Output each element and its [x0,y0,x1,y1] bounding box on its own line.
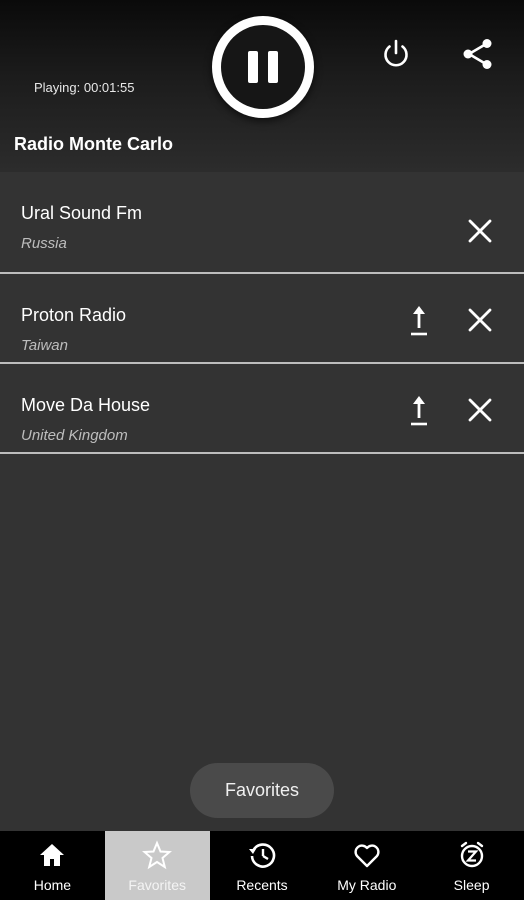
share-icon[interactable] [460,36,496,72]
star-icon [142,840,173,870]
favorite-row[interactable]: Ural Sound Fm Russia [0,172,524,274]
station-country: Taiwan [21,337,68,354]
nav-item-recents[interactable]: Recents [210,831,315,900]
player-header: Playing: 00:01:55 Radio Monte Carlo [0,0,524,172]
power-icon[interactable] [378,36,414,72]
nav-item-favorites[interactable]: Favorites [104,831,210,900]
playing-time: Playing: 00:01:55 [34,80,135,95]
nav-label: My Radio [337,877,397,893]
nav-item-home[interactable]: Home [0,831,105,900]
sleep-timer-icon [460,841,483,868]
favorite-row[interactable]: Proton Radio Taiwan [0,274,524,364]
now-playing-station: Radio Monte Carlo [14,134,174,154]
nav-label: Sleep [453,877,490,893]
toast-message: Favorites [190,763,334,818]
remove-favorite-icon[interactable] [465,216,495,246]
remove-favorite-icon[interactable] [465,395,495,425]
heart-icon [354,844,380,868]
move-up-icon[interactable] [404,394,434,428]
favorites-list: Ural Sound Fm Russia Proton Radio Taiwan [0,172,524,454]
pause-button[interactable] [212,16,314,118]
history-icon [248,843,276,868]
home-icon [40,844,65,866]
station-name: Ural Sound Fm [21,203,143,223]
nav-label: Home [33,877,72,893]
station-country: Russia [21,235,67,252]
nav-item-my-radio[interactable]: My Radio [314,831,419,900]
remove-favorite-icon[interactable] [465,305,495,335]
nav-item-sleep[interactable]: Sleep [419,831,524,900]
favorite-row[interactable]: Move Da House United Kingdom [0,364,524,454]
nav-label: Recents [236,877,288,893]
bottom-nav: Home Favorites Recents My Radio Sleep [0,831,524,900]
pause-icon [221,25,305,109]
station-name: Move Da House [21,395,151,415]
station-country: United Kingdom [21,427,128,444]
station-name: Proton Radio [21,305,127,325]
move-up-icon[interactable] [404,304,434,338]
nav-label: Favorites [128,877,186,893]
